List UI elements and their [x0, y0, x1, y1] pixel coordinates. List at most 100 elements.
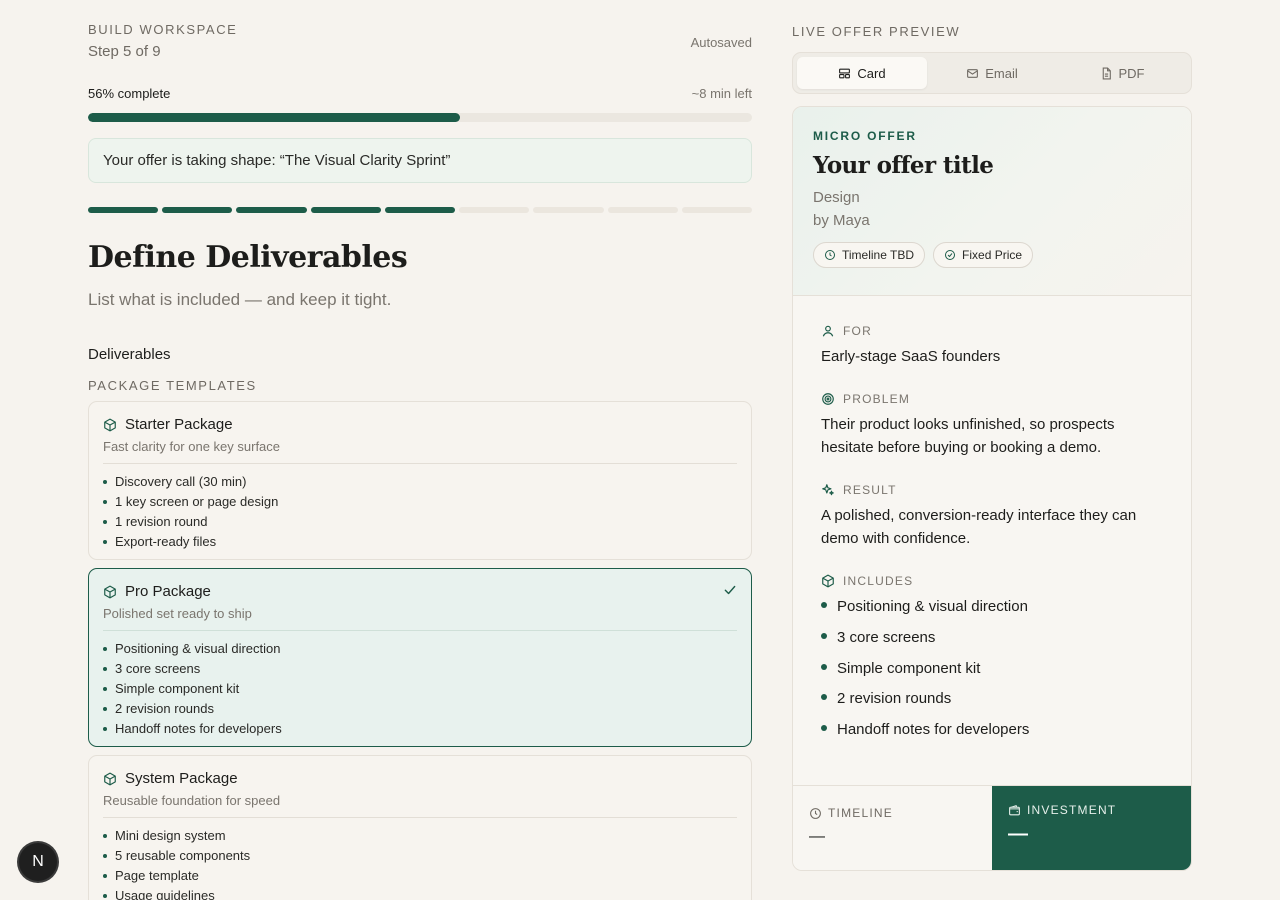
package-icon [821, 574, 835, 588]
list-item: Mini design system [103, 826, 737, 846]
list-item: 1 key screen or page design [103, 492, 737, 512]
step-segment [236, 207, 307, 213]
section-text: A polished, conversion-ready interface t… [821, 507, 1137, 547]
offer-title: Your offer title [813, 152, 994, 179]
step-segments [88, 207, 752, 213]
package-items: Discovery call (30 min) 1 key screen or … [103, 472, 737, 552]
list-item: Handoff notes for developers [821, 720, 1163, 740]
step-segment [384, 207, 456, 213]
package-header: System Package [103, 770, 737, 787]
label-text: INVESTMENT [1027, 803, 1117, 817]
section-label: FOR [843, 324, 872, 338]
section-problem: PROBLEM Their product looks unfinished, … [821, 392, 1163, 459]
card-header: MICRO OFFER Your offer title Design by M… [793, 107, 1191, 296]
package-icon [103, 772, 117, 786]
section-label: INCLUDES [843, 574, 914, 588]
offer-preview-card: MICRO OFFER Your offer title Design by M… [792, 106, 1192, 871]
step-segment [533, 207, 604, 213]
package-card-starter[interactable]: Starter Package Fast clarity for one key… [88, 401, 752, 560]
avatar-initial: N [32, 853, 44, 870]
clock-icon [824, 249, 836, 261]
check-circle-icon [944, 249, 956, 261]
list-item: Page template [103, 866, 737, 886]
tab-label: Card [857, 65, 886, 81]
tab-label: Email [985, 65, 1018, 81]
page-title: Define Deliverables [88, 240, 408, 275]
user-icon [821, 324, 835, 338]
list-item: Positioning & visual direction [103, 639, 737, 659]
timeline-cell: TIMELINE — [793, 786, 992, 870]
progress-bar [88, 113, 752, 122]
investment-cell: INVESTMENT — [992, 786, 1191, 870]
progress-row: 56% complete ~8 min left [88, 86, 752, 101]
package-name: Pro Package [125, 583, 211, 600]
step-segment [162, 207, 233, 213]
section-label: RESULT [843, 483, 897, 497]
offer-category: Design [813, 189, 860, 206]
progress-bar-fill [88, 113, 460, 122]
section-result: RESULT A polished, conversion-ready inte… [821, 483, 1163, 550]
list-item: 2 revision rounds [821, 689, 1163, 709]
chip-timeline: Timeline TBD [813, 242, 926, 268]
clock-icon [809, 807, 822, 820]
chip-pricing: Fixed Price [933, 242, 1034, 268]
investment-label: INVESTMENT [1008, 803, 1177, 817]
card-icon [838, 67, 851, 80]
tab-card[interactable]: Card [797, 57, 927, 89]
package-card-pro[interactable]: Pro Package Polished set ready to ship P… [88, 568, 752, 747]
divider [103, 817, 737, 818]
selected-check-icon [723, 583, 737, 597]
step-segment [88, 207, 159, 213]
package-name: Starter Package [125, 416, 233, 433]
includes-list: Positioning & visual direction 3 core sc… [821, 597, 1163, 740]
list-item: Discovery call (30 min) [103, 472, 737, 492]
investment-value: — [1008, 823, 1028, 845]
list-item: 2 revision rounds [103, 699, 737, 719]
list-item: 3 core screens [103, 659, 737, 679]
section-heading: PROBLEM [821, 392, 1163, 406]
package-header: Pro Package [103, 583, 737, 600]
package-icon [103, 418, 117, 432]
step-segment [607, 207, 678, 213]
package-description: Polished set ready to ship [103, 606, 252, 621]
section-heading: RESULT [821, 483, 1163, 497]
preview-tabs: Card Email PDF [792, 52, 1192, 94]
mail-icon [966, 67, 979, 80]
list-item: Simple component kit [103, 679, 737, 699]
deliverables-label: Deliverables [88, 346, 171, 363]
package-items: Positioning & visual direction 3 core sc… [103, 639, 737, 739]
card-footer: TIMELINE — INVESTMENT — [793, 785, 1191, 870]
target-icon [821, 392, 835, 406]
timeline-label: TIMELINE [809, 806, 976, 820]
avatar[interactable]: N [19, 843, 57, 881]
build-workspace: BUILD WORKSPACE Step 5 of 9 Autosaved 56… [88, 0, 752, 900]
list-item: 3 core screens [821, 628, 1163, 648]
chip-label: Fixed Price [962, 248, 1023, 262]
step-segment [459, 207, 530, 213]
preview-label: LIVE OFFER PREVIEW [792, 24, 961, 39]
offer-notice: Your offer is taking shape: “The Visual … [88, 138, 752, 183]
list-item: Positioning & visual direction [821, 597, 1163, 617]
workspace-header: BUILD WORKSPACE Step 5 of 9 Autosaved [88, 22, 752, 60]
sparkle-icon [821, 483, 835, 497]
tab-pdf[interactable]: PDF [1057, 57, 1187, 89]
package-card-system[interactable]: System Package Reusable foundation for s… [88, 755, 752, 900]
progress-percent: 56% complete [88, 86, 171, 101]
list-item: Simple component kit [821, 659, 1163, 679]
package-description: Fast clarity for one key surface [103, 439, 281, 454]
live-preview-panel: LIVE OFFER PREVIEW Card Email PDF MICRO … [792, 0, 1192, 900]
list-item: Export-ready files [103, 532, 737, 552]
page-subtitle: List what is included — and keep it tigh… [88, 290, 392, 309]
step-segment [681, 207, 752, 213]
list-item: Usage guidelines [103, 886, 737, 900]
label-text: TIMELINE [828, 806, 893, 820]
package-header: Starter Package [103, 416, 737, 433]
wallet-icon [1008, 804, 1021, 817]
divider [103, 630, 737, 631]
card-eyebrow: MICRO OFFER [813, 129, 917, 143]
tab-email[interactable]: Email [927, 57, 1057, 89]
chip-label: Timeline TBD [842, 248, 915, 262]
section-label: PROBLEM [843, 392, 911, 406]
package-items: Mini design system 5 reusable components… [103, 826, 737, 900]
package-name: System Package [125, 770, 238, 787]
